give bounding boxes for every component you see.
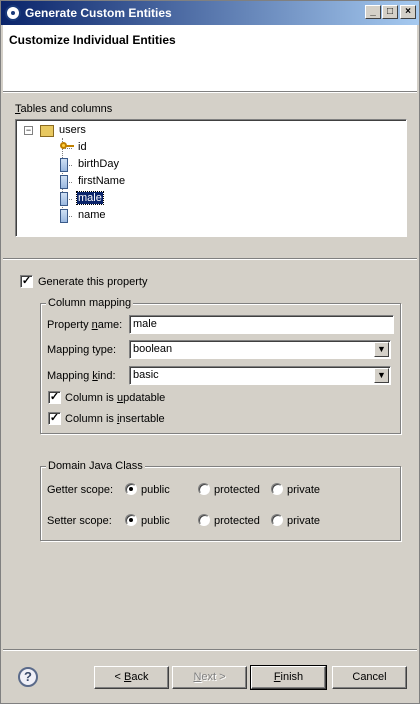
finish-button[interactable]: Finish [250,665,327,690]
setter-public-radio[interactable] [125,514,137,526]
getter-scope-label: Getter scope: [47,484,114,496]
setter-public-label: public [141,515,170,527]
minimize-button[interactable]: _ [365,5,381,19]
window-title: Generate Custom Entities [25,6,172,20]
section-separator [3,258,417,260]
tree-node-male[interactable]: male [16,191,216,207]
tables-columns-label: Tables and columns [15,103,113,115]
title-bar[interactable]: Generate Custom Entities _ □ × [1,1,419,25]
property-name-input[interactable]: male [129,315,394,334]
page-title: Customize Individual Entities [9,33,176,47]
property-name-label: Property name: [47,319,123,331]
getter-protected-label: protected [214,484,260,496]
primary-key-icon [60,142,74,154]
domain-java-class-title: Domain Java Class [46,460,145,472]
next-button[interactable]: Next > [172,666,247,689]
tree-node-users[interactable]: − users [16,123,216,139]
footer-separator [3,649,417,651]
column-icon [60,192,68,206]
close-button[interactable]: × [400,5,416,19]
tree-node-label: birthDay [78,158,119,170]
insertable-checkbox[interactable]: ✓ [48,412,61,425]
updatable-checkbox[interactable]: ✓ [48,391,61,404]
column-mapping-title: Column mapping [46,297,134,309]
chevron-down-icon[interactable]: ▼ [374,368,389,383]
chevron-down-icon[interactable]: ▼ [374,342,389,357]
cancel-button[interactable]: Cancel [332,666,407,689]
getter-public-label: public [141,484,170,496]
setter-protected-radio[interactable] [198,514,210,526]
getter-private-radio[interactable] [271,483,283,495]
mapping-type-value: boolean [133,343,173,355]
maximize-button[interactable]: □ [382,5,398,19]
tree-node-label: firstName [78,175,126,187]
setter-scope-label: Setter scope: [47,515,112,527]
column-icon [60,209,68,223]
generate-property-checkbox[interactable]: ✓ [20,275,33,288]
setter-protected-label: protected [214,515,260,527]
tree-node-label: users [59,124,86,136]
tree-node-id[interactable]: id [16,140,216,156]
mapping-kind-label: Mapping kind: [47,370,116,382]
header-separator [3,91,417,93]
column-icon [60,158,68,172]
tree-node-label: id [78,141,87,153]
collapse-toggle-icon[interactable]: − [24,126,33,135]
eclipse-icon [5,5,21,21]
mapping-kind-value: basic [133,369,159,381]
tree-node-firstname[interactable]: firstName [16,174,216,190]
generate-property-label: Generate this property [38,276,148,288]
wizard-header: Customize Individual Entities [3,25,417,91]
updatable-label: Column is updatable [65,392,166,404]
dialog-window: Generate Custom Entities _ □ × Customize… [0,0,420,704]
column-icon [60,175,68,189]
back-button[interactable]: < Back [94,666,169,689]
tree-node-name[interactable]: name [16,208,216,224]
tree-node-label-selected: male [76,191,104,205]
setter-private-radio[interactable] [271,514,283,526]
getter-private-label: private [287,484,321,496]
getter-public-radio[interactable] [125,483,137,495]
insertable-label: Column is insertable [65,413,165,425]
getter-protected-radio[interactable] [198,483,210,495]
setter-private-label: private [287,515,321,527]
mapping-type-select[interactable]: boolean ▼ [129,340,391,359]
mapping-type-label: Mapping type: [47,344,117,356]
tables-columns-tree[interactable]: − users id birthDay firstName male name [15,119,407,237]
table-icon [40,125,54,137]
domain-java-class-group [40,466,401,541]
tree-node-birthday[interactable]: birthDay [16,157,216,173]
tree-node-label: name [78,209,106,221]
mapping-kind-select[interactable]: basic ▼ [129,366,391,385]
help-icon[interactable]: ? [18,667,38,687]
